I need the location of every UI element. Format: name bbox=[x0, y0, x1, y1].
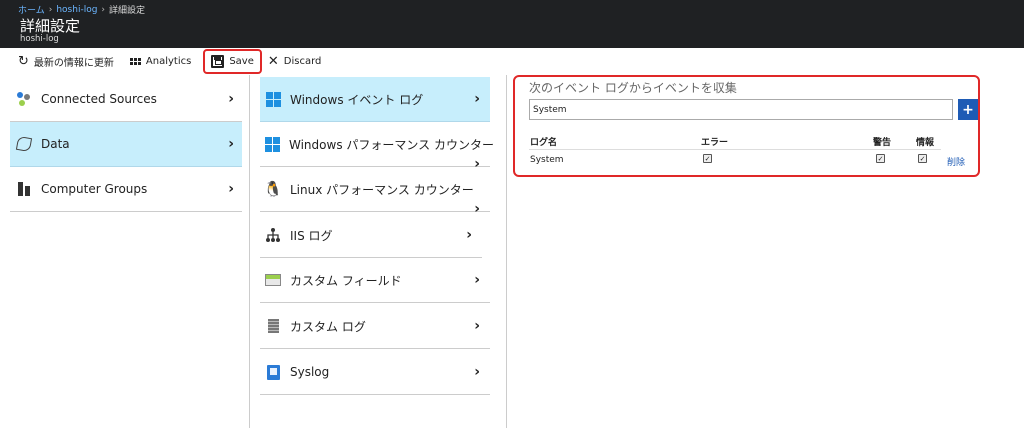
settings-category-panel: Connected Sources › Data › Computer Grou… bbox=[0, 75, 250, 428]
nav-item-label: Syslog bbox=[290, 365, 330, 379]
nav-item-syslog[interactable]: Syslog › bbox=[260, 350, 490, 395]
add-event-log-button[interactable]: + bbox=[958, 99, 978, 120]
log-row-name: System bbox=[530, 155, 564, 165]
chevron-right-icon: › bbox=[466, 227, 472, 243]
analytics-label: Analytics bbox=[145, 56, 192, 67]
windows-event-log-settings: 次のイベント ログからイベントを収集 System + ログ名 エラー 警告 情… bbox=[507, 75, 1024, 428]
nav-item-label: Data bbox=[41, 137, 70, 151]
data-icon bbox=[15, 135, 33, 153]
table-header-divider bbox=[529, 149, 941, 150]
chevron-right-icon: › bbox=[474, 364, 480, 380]
save-icon bbox=[211, 55, 225, 68]
chevron-right-icon: › bbox=[474, 318, 480, 334]
chevron-right-icon: › bbox=[474, 91, 480, 107]
chevron-right-icon: › bbox=[228, 181, 234, 197]
chevron-right-icon: › bbox=[474, 272, 480, 288]
nav-item-label: Windows イベント ログ bbox=[290, 92, 424, 107]
warning-checkbox[interactable]: ✓ bbox=[876, 154, 885, 163]
nav-item-connected-sources[interactable]: Connected Sources › bbox=[10, 77, 242, 122]
windows-icon bbox=[265, 136, 280, 152]
chevron-right-icon: › bbox=[228, 136, 234, 152]
blade-header: ホーム › hoshi-log › 詳細設定 詳細設定 hoshi-log bbox=[0, 0, 1024, 48]
nav-item-label: カスタム ログ bbox=[290, 319, 366, 334]
nav-item-windows-event-log[interactable]: Windows イベント ログ › bbox=[260, 77, 490, 122]
nav-item-computer-groups[interactable]: Computer Groups › bbox=[10, 167, 242, 212]
custom-log-icon bbox=[265, 318, 281, 334]
breadcrumb-separator: › bbox=[101, 4, 106, 15]
custom-field-icon bbox=[265, 272, 281, 288]
breadcrumb-current: 詳細設定 bbox=[109, 6, 146, 16]
linux-icon: 🐧 bbox=[263, 179, 283, 198]
refresh-button[interactable]: ↻ 最新の情報に更新 bbox=[14, 51, 118, 73]
iis-icon bbox=[265, 227, 281, 243]
event-log-name-input[interactable]: System bbox=[529, 99, 953, 120]
page-subtitle: hoshi-log bbox=[20, 34, 59, 44]
nav-item-label: Connected Sources bbox=[41, 92, 157, 106]
column-header-info: 情報 bbox=[916, 138, 935, 148]
close-icon: ✕ bbox=[267, 54, 279, 69]
discard-label: Discard bbox=[283, 56, 322, 67]
connected-sources-icon bbox=[16, 91, 32, 107]
column-header-error: エラー bbox=[701, 138, 729, 148]
command-bar: ↻ 最新の情報に更新 Analytics Save ✕ Discard bbox=[0, 48, 1024, 75]
section-title: 次のイベント ログからイベントを収集 bbox=[529, 81, 737, 95]
save-button[interactable]: Save bbox=[203, 49, 262, 74]
nav-item-label: Computer Groups bbox=[41, 182, 148, 196]
analytics-icon bbox=[129, 58, 141, 65]
save-label: Save bbox=[229, 56, 254, 67]
computer-groups-icon bbox=[16, 181, 32, 197]
page-title: 詳細設定 bbox=[20, 17, 81, 35]
syslog-icon bbox=[265, 364, 281, 380]
event-log-section: 次のイベント ログからイベントを収集 System + ログ名 エラー 警告 情… bbox=[513, 75, 980, 177]
refresh-label: 最新の情報に更新 bbox=[33, 58, 114, 69]
nav-item-label: Windows パフォーマンス カウンター bbox=[289, 137, 494, 152]
error-checkbox[interactable]: ✓ bbox=[703, 154, 712, 163]
analytics-button[interactable]: Analytics bbox=[126, 51, 195, 73]
column-header-log-name: ログ名 bbox=[530, 138, 558, 148]
nav-item-linux-perf-counter[interactable]: 🐧 Linux パフォーマンス カウンター › bbox=[260, 167, 490, 217]
nav-item-label: カスタム フィールド bbox=[290, 273, 402, 288]
nav-item-label: IIS ログ bbox=[290, 228, 333, 243]
breadcrumb-workspace[interactable]: hoshi-log bbox=[56, 5, 97, 15]
nav-item-label: Linux パフォーマンス カウンター bbox=[290, 182, 474, 197]
info-checkbox[interactable]: ✓ bbox=[918, 154, 927, 163]
chevron-right-icon: › bbox=[228, 91, 234, 107]
refresh-icon: ↻ bbox=[18, 54, 29, 69]
nav-item-iis-log[interactable]: IIS ログ › bbox=[260, 213, 482, 258]
column-header-warning: 警告 bbox=[873, 138, 892, 148]
windows-icon bbox=[265, 91, 281, 107]
nav-item-windows-perf-counter[interactable]: Windows パフォーマンス カウンター › bbox=[260, 122, 494, 172]
nav-item-custom-field[interactable]: カスタム フィールド › bbox=[260, 258, 490, 303]
data-source-panel: Windows イベント ログ › Windows パフォーマンス カウンター … bbox=[250, 75, 507, 428]
breadcrumb-separator: › bbox=[48, 4, 53, 15]
nav-item-custom-log[interactable]: カスタム ログ › bbox=[260, 304, 490, 349]
delete-log-link[interactable]: 削除 bbox=[947, 155, 965, 168]
discard-button[interactable]: ✕ Discard bbox=[264, 51, 326, 73]
nav-item-data[interactable]: Data › bbox=[10, 122, 242, 167]
